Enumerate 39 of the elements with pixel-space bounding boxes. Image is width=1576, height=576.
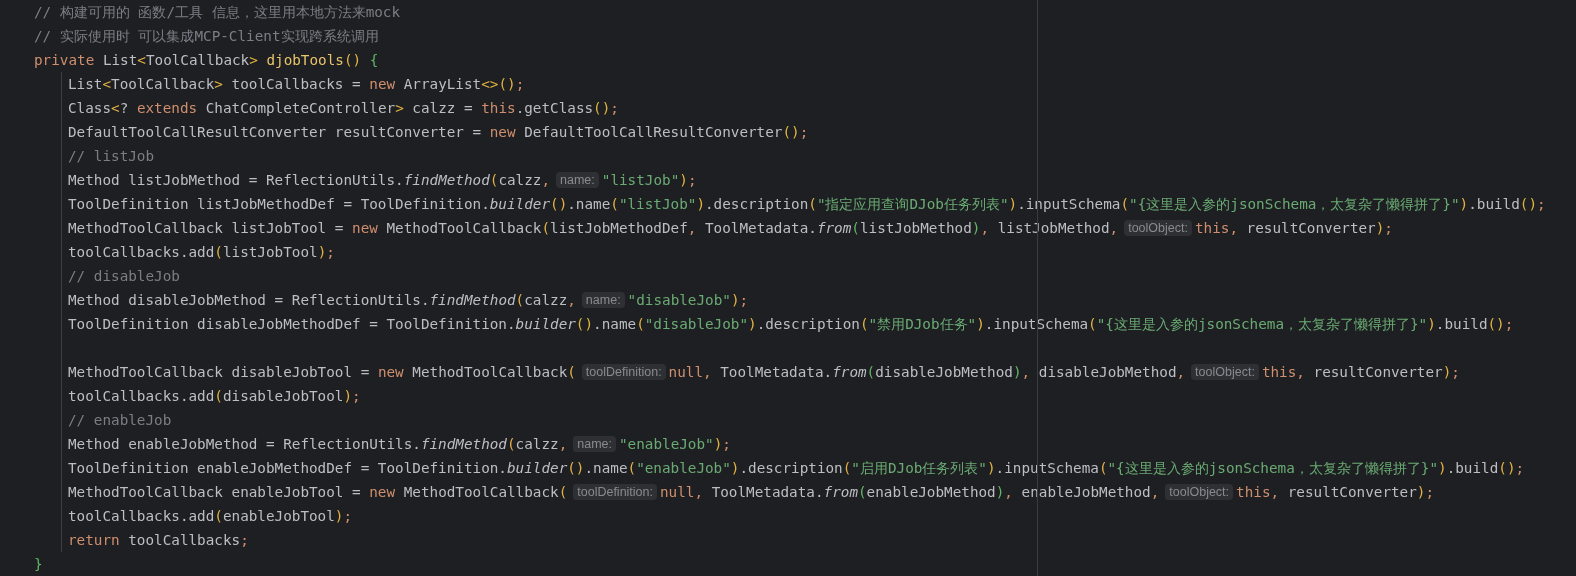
parameter-hint: toolObject: <box>1165 484 1234 500</box>
code-text: List<ToolCallback> toolCallbacks = new ArrayList<>(); <box>68 76 525 92</box>
parameter-hint: toolObject: <box>1124 220 1192 236</box>
parameter-hint: toolDefinition: <box>581 364 666 380</box>
code-text: ToolDefinition disableJobMethodDef = ToolDefinition.builder().name("disableJob").description("禁用DJob任务").inputSchema("{这里是入参的jsonSchema，太复杂了懒得拼了}").build(); <box>68 314 1514 334</box>
code-text: null, ToolMetadata.from(enableJobMethod), enableJobMethod, <box>660 484 1160 500</box>
code-text: "disableJob"); <box>627 292 749 308</box>
code-comment: // 实际使用时 可以集成MCP-Client实现跨系统调用 <box>34 26 379 46</box>
parameter-hint: name: <box>573 436 616 452</box>
code-text: ToolDefinition listJobMethodDef = ToolDefinition.builder().name("listJob").description("指定应用查询DJob任务列表").inputSchema("{这里是入参的jsonSchema，太复杂了懒得拼了}").build(); <box>68 194 1546 214</box>
code-text: MethodToolCallback listJobTool = new MethodToolCallback(listJobMethodDef, ToolMetadata.from(listJobMethod), listJobMethod, <box>68 220 1119 236</box>
code-text: } <box>34 556 43 572</box>
code-text: MethodToolCallback disableJobTool = new MethodToolCallback( <box>68 364 576 380</box>
code-text: Method disableJobMethod = ReflectionUtils.findMethod(calzz, <box>68 292 576 308</box>
code-text: DefaultToolCallResultConverter resultConverter = new DefaultToolCallResultConverter(); <box>68 124 809 140</box>
code-text: return toolCallbacks; <box>68 532 249 548</box>
code-text: private List<ToolCallback> djobTools() { <box>34 52 379 68</box>
code-text: Class<? extends ChatCompleteController> calzz = this.getClass(); <box>68 100 619 116</box>
code-text: null, ToolMetadata.from(disableJobMethod), disableJobMethod, <box>668 364 1186 380</box>
code-text: Method listJobMethod = ReflectionUtils.findMethod(calzz, <box>68 172 551 188</box>
parameter-hint: name: <box>556 172 599 188</box>
code-text: toolCallbacks.add(disableJobTool); <box>68 388 361 404</box>
code-comment: // listJob <box>68 148 155 164</box>
code-text: "listJob"); <box>601 172 697 188</box>
code-text: this, resultConverter); <box>1261 364 1460 380</box>
code-comment: // disableJob <box>68 268 180 284</box>
code-comment: // 构建可用的 函数/工具 信息，这里用本地方法来mock <box>34 2 401 22</box>
code-text: this, resultConverter); <box>1194 220 1393 236</box>
code-text: "enableJob"); <box>619 436 731 452</box>
parameter-hint: toolObject: <box>1191 364 1259 380</box>
code-text: toolCallbacks.add(listJobTool); <box>68 244 335 260</box>
code-comment: // enableJob <box>68 412 172 428</box>
code-text: toolCallbacks.add(enableJobTool); <box>68 508 353 524</box>
code-text: this, resultConverter); <box>1236 484 1435 500</box>
parameter-hint: name: <box>581 292 625 308</box>
code-text: Method enableJobMethod = ReflectionUtils.findMethod(calzz, <box>68 436 568 452</box>
code-text: MethodToolCallback enableJobTool = new MethodToolCallback( <box>68 484 568 500</box>
parameter-hint: toolDefinition: <box>573 484 657 500</box>
code-text: ToolDefinition enableJobMethodDef = ToolDefinition.builder().name("enableJob").description("启用DJob任务列表").inputSchema("{这里是入参的jsonSchema，太复杂了懒得拼了}").build(); <box>68 458 1525 478</box>
